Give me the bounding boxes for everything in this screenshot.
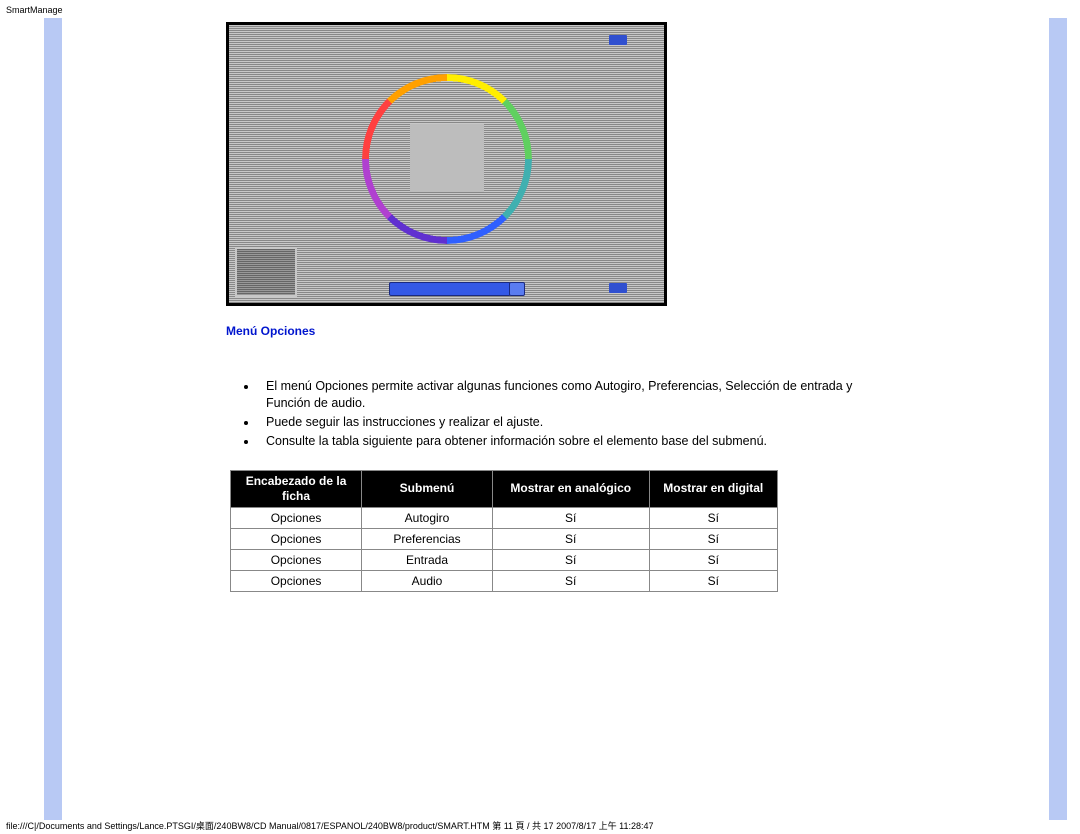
cell-tab: Opciones [231, 549, 362, 570]
cell-digital: Sí [649, 549, 777, 570]
bottom-marker-icon [609, 283, 627, 293]
list-item: El menú Opciones permite activar algunas… [258, 378, 888, 412]
table-header-row: Encabezado de la ficha Submenú Mostrar e… [231, 470, 778, 507]
page-footer-path: file:///C|/Documents and Settings/Lance.… [6, 819, 653, 832]
col-header-digital: Mostrar en digital [649, 470, 777, 507]
col-header-tab: Encabezado de la ficha [231, 470, 362, 507]
list-item: Consulte la tabla siguiente para obtener… [258, 433, 888, 450]
section-title: Menú Opciones [226, 324, 888, 338]
bullet-list: El menú Opciones permite activar algunas… [226, 378, 888, 450]
test-pattern-image [226, 22, 667, 306]
cell-tab: Opciones [231, 570, 362, 591]
table-row: Opciones Preferencias Sí Sí [231, 528, 778, 549]
cell-analog: Sí [492, 507, 649, 528]
cell-analog: Sí [492, 549, 649, 570]
cell-digital: Sí [649, 528, 777, 549]
right-decorative-stripe [1049, 18, 1067, 820]
inner-taskbar [389, 282, 511, 296]
col-header-analog: Mostrar en analógico [492, 470, 649, 507]
cell-analog: Sí [492, 528, 649, 549]
cell-tab: Opciones [231, 528, 362, 549]
cell-submenu: Preferencias [362, 528, 493, 549]
top-marker-icon [609, 35, 627, 45]
thumbnail-panel [235, 247, 297, 297]
table-row: Opciones Entrada Sí Sí [231, 549, 778, 570]
list-item: Puede seguir las instrucciones y realiza… [258, 414, 888, 431]
cell-submenu: Audio [362, 570, 493, 591]
center-square [410, 124, 484, 192]
cell-submenu: Entrada [362, 549, 493, 570]
cell-digital: Sí [649, 507, 777, 528]
cell-analog: Sí [492, 570, 649, 591]
page-header-label: SmartManage [6, 5, 63, 15]
cell-tab: Opciones [231, 507, 362, 528]
table-row: Opciones Autogiro Sí Sí [231, 507, 778, 528]
cell-submenu: Autogiro [362, 507, 493, 528]
table-row: Opciones Audio Sí Sí [231, 570, 778, 591]
options-table: Encabezado de la ficha Submenú Mostrar e… [230, 470, 778, 592]
col-header-submenu: Submenú [362, 470, 493, 507]
inner-tray [509, 282, 525, 296]
main-content: Menú Opciones El menú Opciones permite a… [226, 22, 888, 592]
cell-digital: Sí [649, 570, 777, 591]
left-decorative-stripe [44, 18, 62, 820]
